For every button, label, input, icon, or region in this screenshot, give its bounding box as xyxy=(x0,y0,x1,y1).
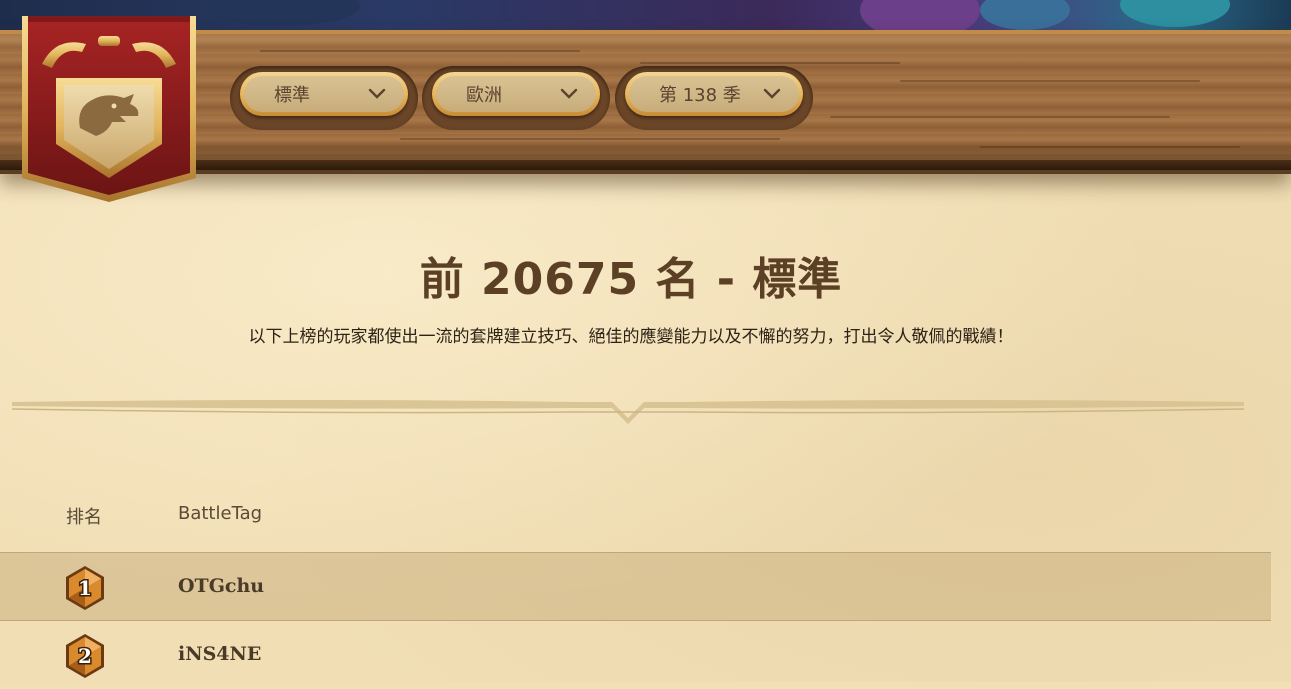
chevron-down-icon xyxy=(560,88,578,99)
region-dropdown-label: 歐洲 xyxy=(466,85,502,106)
player-battletag[interactable]: OTGchu xyxy=(178,575,264,597)
page-subtitle: 以下上榜的玩家都使出一流的套牌建立技巧、絕佳的應變能力以及不懈的努力，打出令人敬… xyxy=(248,327,1014,347)
region-dropdown-face: 歐洲 xyxy=(436,76,596,112)
rank-number: 1 xyxy=(78,576,92,600)
season-dropdown-face: 第 138 季 xyxy=(629,76,799,112)
season-dropdown-frame: 第 138 季 xyxy=(615,66,813,130)
dragon-crest-icon xyxy=(22,16,196,202)
chevron-down-icon xyxy=(763,88,781,99)
mode-dropdown-face: 標準 xyxy=(244,76,404,112)
season-dropdown-label: 第 138 季 xyxy=(659,85,741,106)
chevron-down-icon xyxy=(368,88,386,99)
legend-rank-gem-icon: 2 xyxy=(66,634,104,678)
player-battletag[interactable]: iNS4NE xyxy=(178,643,261,665)
mode-dropdown-label: 標準 xyxy=(274,85,310,106)
table-row[interactable]: 2 iNS4NE xyxy=(0,620,1271,689)
battletag-column-header: BattleTag xyxy=(178,503,263,524)
table-row[interactable]: 1 OTGchu xyxy=(0,552,1271,621)
legend-rank-gem-icon: 1 xyxy=(66,566,104,610)
rank-number: 2 xyxy=(78,644,92,668)
mode-dropdown-frame: 標準 xyxy=(230,66,418,130)
page-title: 前 20675 名 - 標準 xyxy=(419,254,843,305)
region-dropdown-frame: 歐洲 xyxy=(422,66,610,130)
mode-dropdown[interactable]: 標準 xyxy=(240,72,408,116)
rank-column-header: 排名 xyxy=(66,507,102,528)
ornamental-divider xyxy=(12,400,1244,424)
region-dropdown[interactable]: 歐洲 xyxy=(432,72,600,116)
season-dropdown[interactable]: 第 138 季 xyxy=(625,72,803,116)
